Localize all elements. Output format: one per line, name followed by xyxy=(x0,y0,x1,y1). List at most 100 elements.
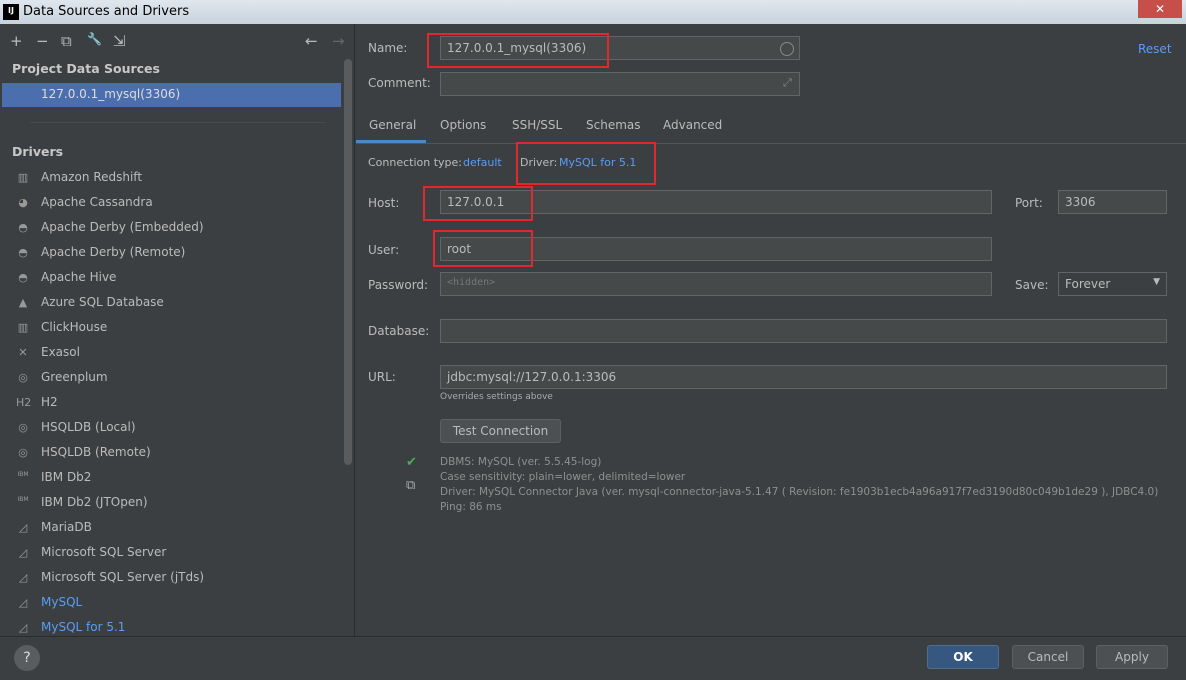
import-icon[interactable]: ⇲ xyxy=(113,32,126,50)
driver-icon: ◿ xyxy=(18,546,28,559)
driver-label: Microsoft SQL Server xyxy=(41,545,167,559)
data-source-item[interactable]: 127.0.0.1_mysql(3306) xyxy=(2,83,341,107)
driver-item[interactable]: ◓ Apache Derby (Embedded) xyxy=(14,219,344,244)
forward-icon[interactable]: → xyxy=(332,32,345,50)
drivers-header: Drivers xyxy=(12,144,64,159)
app-logo-icon: IJ xyxy=(3,4,19,20)
driver-icon: ▥ xyxy=(17,171,29,184)
driver-label: Azure SQL Database xyxy=(41,295,164,309)
driver-item[interactable]: IBM IBM Db2 (JTOpen) xyxy=(14,494,344,519)
test-connection-button[interactable]: Test Connection xyxy=(440,419,561,443)
driver-label: HSQLDB (Remote) xyxy=(41,445,151,459)
circle-icon[interactable] xyxy=(780,42,794,56)
chevron-down-icon: ▼ xyxy=(1153,277,1160,287)
driver-icon: ◿ xyxy=(18,621,28,634)
tab-advanced[interactable]: Advanced xyxy=(663,118,722,132)
driver-label: MySQL for 5.1 xyxy=(41,620,126,634)
copy-icon[interactable]: ⧉ xyxy=(406,478,415,493)
driver-item[interactable]: ◿ Microsoft SQL Server xyxy=(14,544,344,569)
result-line: Ping: 86 ms xyxy=(440,501,502,513)
tab-schemas[interactable]: Schemas xyxy=(586,118,641,132)
close-button[interactable]: ✕ xyxy=(1138,0,1182,18)
connection-result: DBMS: MySQL (ver. 5.5.45-log) Case sensi… xyxy=(440,455,1158,515)
driver-item[interactable]: ▥ Amazon Redshift xyxy=(14,169,344,194)
expand-icon[interactable]: ⤢ xyxy=(783,76,792,90)
driver-item[interactable]: ◿ MySQL xyxy=(14,594,344,619)
highlight-box xyxy=(516,142,656,185)
password-label: Password: xyxy=(368,278,429,292)
driver-item[interactable]: ◓ Apache Hive xyxy=(14,269,344,294)
highlight-box xyxy=(433,230,533,267)
driver-label: ClickHouse xyxy=(41,320,108,334)
comment-input[interactable] xyxy=(440,72,800,96)
url-input[interactable]: jdbc:mysql://127.0.0.1:3306 xyxy=(440,365,1167,389)
comment-label: Comment: xyxy=(368,76,431,90)
check-icon: ✔ xyxy=(406,455,417,470)
password-input[interactable]: <hidden> xyxy=(440,272,992,296)
driver-label: Apache Derby (Embedded) xyxy=(41,220,204,234)
connection-type-link[interactable]: default xyxy=(463,156,502,169)
divider xyxy=(30,122,326,123)
back-icon[interactable]: ← xyxy=(305,32,318,50)
driver-icon: IBM xyxy=(17,471,29,478)
driver-item[interactable]: ◿ Microsoft SQL Server (jTds) xyxy=(14,569,344,594)
driver-icon: ✕ xyxy=(18,346,28,359)
driver-item[interactable]: ◓ Apache Derby (Remote) xyxy=(14,244,344,269)
driver-label: MySQL xyxy=(41,595,83,609)
window-title: Data Sources and Drivers xyxy=(23,4,190,19)
result-line: DBMS: MySQL (ver. 5.5.45-log) xyxy=(440,456,602,468)
driver-icon: ◓ xyxy=(18,246,28,259)
reset-link[interactable]: Reset xyxy=(1138,42,1172,56)
driver-label: H2 xyxy=(41,395,58,409)
driver-item[interactable]: ▲ Azure SQL Database xyxy=(14,294,344,319)
driver-item[interactable]: ◕ Apache Cassandra xyxy=(14,194,344,219)
driver-label: Microsoft SQL Server (jTds) xyxy=(41,570,205,584)
driver-label: MariaDB xyxy=(41,520,92,534)
apply-button[interactable]: Apply xyxy=(1096,645,1168,669)
add-icon[interactable]: + xyxy=(10,32,23,50)
driver-item[interactable]: ◎ HSQLDB (Remote) xyxy=(14,444,344,469)
driver-item[interactable]: ◎ Greenplum xyxy=(14,369,344,394)
url-hint: Overrides settings above xyxy=(440,392,553,402)
driver-item[interactable]: ◎ HSQLDB (Local) xyxy=(14,419,344,444)
help-button[interactable]: ? xyxy=(14,645,40,671)
connection-type-label: Connection type: xyxy=(368,156,463,169)
result-line: Driver: MySQL Connector Java (ver. mysql… xyxy=(440,486,1159,498)
driver-item[interactable]: H2 H2 xyxy=(14,394,344,419)
database-label: Database: xyxy=(368,324,430,338)
port-input[interactable]: 3306 xyxy=(1058,190,1167,214)
database-input[interactable] xyxy=(440,319,1167,343)
scrollbar[interactable] xyxy=(344,59,352,465)
driver-label: Apache Cassandra xyxy=(41,195,153,209)
tab-options[interactable]: Options xyxy=(440,118,486,132)
tab-general[interactable]: General xyxy=(369,118,416,132)
copy-icon[interactable]: ⧉ xyxy=(61,32,72,50)
left-panel: + − ⧉ 🔧 ⇲ ← → Project Data Sources 127.0… xyxy=(0,24,355,636)
cancel-button[interactable]: Cancel xyxy=(1012,645,1084,669)
save-label: Save: xyxy=(1015,278,1049,292)
driver-item[interactable]: ▥ ClickHouse xyxy=(14,319,344,344)
save-select[interactable]: Forever ▼ xyxy=(1058,272,1167,296)
driver-label: Amazon Redshift xyxy=(41,170,143,184)
name-label: Name: xyxy=(368,41,408,55)
driver-label: Greenplum xyxy=(41,370,108,384)
driver-label: IBM Db2 (JTOpen) xyxy=(41,495,148,509)
driver-icon: ◎ xyxy=(18,446,28,459)
driver-label: IBM Db2 xyxy=(41,470,92,484)
save-select-value: Forever xyxy=(1065,277,1111,291)
url-label: URL: xyxy=(368,370,396,384)
driver-label: HSQLDB (Local) xyxy=(41,420,136,434)
driver-item[interactable]: ◿ MariaDB xyxy=(14,519,344,544)
remove-icon[interactable]: − xyxy=(36,32,49,50)
driver-label: Apache Derby (Remote) xyxy=(41,245,186,259)
tab-ssh-ssl[interactable]: SSH/SSL xyxy=(512,118,562,132)
ok-button[interactable]: OK xyxy=(927,645,999,669)
driver-icon: ◎ xyxy=(18,421,28,434)
user-label: User: xyxy=(368,243,400,257)
driver-icon: ◿ xyxy=(18,571,28,584)
wrench-icon[interactable]: 🔧 xyxy=(87,32,102,46)
footer: ? OK Cancel Apply xyxy=(0,636,1186,680)
driver-item[interactable]: ✕ Exasol xyxy=(14,344,344,369)
driver-item[interactable]: IBM IBM Db2 xyxy=(14,469,344,494)
highlight-box xyxy=(423,186,533,221)
